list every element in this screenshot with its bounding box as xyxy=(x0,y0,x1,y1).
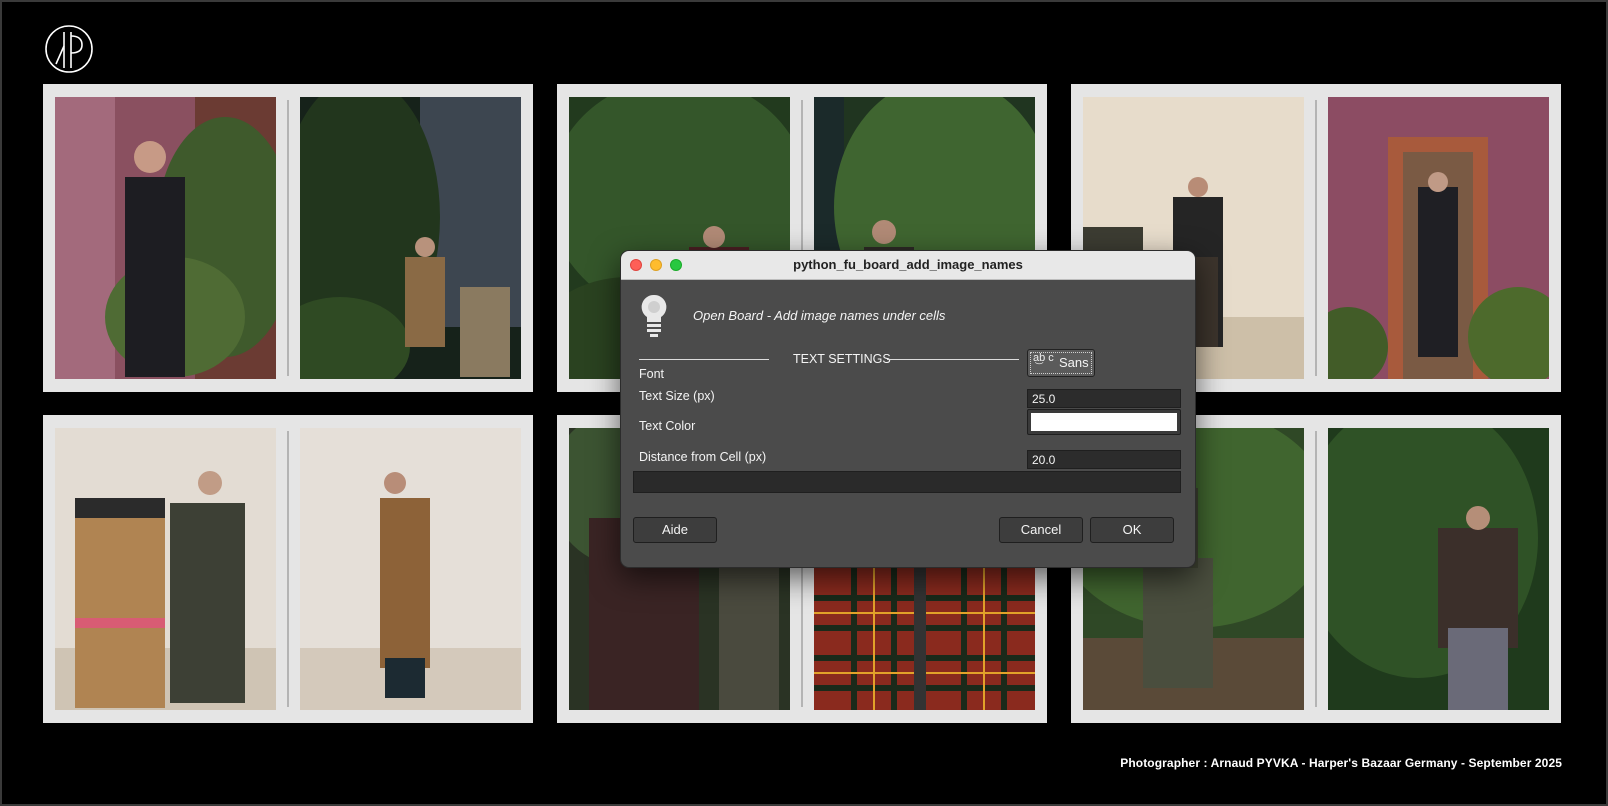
lightbulb-icon xyxy=(641,294,667,337)
text-color-button[interactable] xyxy=(1027,409,1181,435)
font-label: Font xyxy=(639,367,665,381)
section-separator-right xyxy=(887,359,1019,360)
section-separator-left xyxy=(639,359,769,360)
board-cell-4 xyxy=(43,415,533,723)
photographer-credit: Photographer : Arnaud PYVKA - Harper's B… xyxy=(1120,756,1562,770)
distance-input[interactable]: 20.0 xyxy=(1027,450,1181,469)
dialog-titlebar[interactable]: python_fu_board_add_image_names xyxy=(621,251,1195,280)
board-canvas: Photographer : Arnaud PYVKA - Harper's B… xyxy=(0,0,1608,806)
board-cell-1 xyxy=(43,84,533,392)
text-size-input[interactable]: 25.0 xyxy=(1027,389,1181,408)
font-glyph-icon: a͜b c xyxy=(1033,352,1054,364)
cell-divider xyxy=(1315,100,1317,376)
cell-divider xyxy=(287,100,289,376)
cell-divider xyxy=(287,431,289,707)
photo-4b xyxy=(300,428,521,710)
cell-divider xyxy=(1315,431,1317,707)
photo-3b xyxy=(1328,97,1549,379)
dialog-description: Open Board - Add image names under cells xyxy=(693,308,946,323)
text-size-label: Text Size (px) xyxy=(639,389,715,403)
ap-monogram-logo xyxy=(45,25,93,73)
section-title: TEXT SETTINGS xyxy=(793,352,891,366)
cancel-button[interactable]: Cancel xyxy=(999,517,1083,543)
help-button[interactable]: Aide xyxy=(633,517,717,543)
photo-1a xyxy=(55,97,276,379)
photo-6b xyxy=(1328,428,1549,710)
distance-label: Distance from Cell (px) xyxy=(639,450,767,464)
dialog-title: python_fu_board_add_image_names xyxy=(793,257,1023,272)
photo-4a xyxy=(55,428,276,710)
text-color-label: Text Color xyxy=(639,419,696,433)
font-name: Sans xyxy=(1059,355,1089,370)
progress-bar xyxy=(633,471,1181,493)
color-swatch xyxy=(1031,413,1177,431)
plugin-dialog: python_fu_board_add_image_names Open Boa… xyxy=(620,250,1196,568)
photo-1b xyxy=(300,97,521,379)
ok-button[interactable]: OK xyxy=(1090,517,1174,543)
font-picker-button[interactable]: a͜b c Sans xyxy=(1027,349,1095,377)
